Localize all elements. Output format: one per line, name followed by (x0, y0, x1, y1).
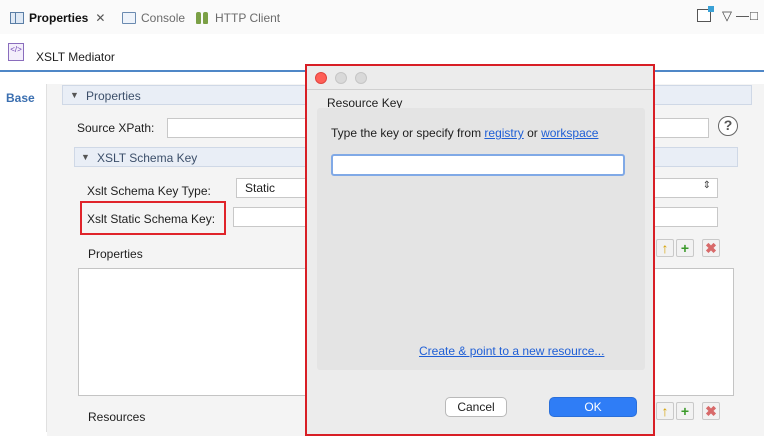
minimize-window-icon[interactable] (335, 72, 347, 84)
help-icon[interactable]: ? (718, 116, 738, 136)
move-up-icon[interactable]: ↑ (656, 239, 674, 257)
chevron-down-icon: ▼ (81, 152, 90, 162)
create-resource-link[interactable]: Create & point to a new resource... (419, 344, 604, 358)
add-icon[interactable]: + (676, 402, 694, 420)
resource-key-input[interactable] (331, 154, 625, 176)
close-icon[interactable]: ✕ (95, 11, 105, 25)
schema-key-type-value: Static (245, 181, 276, 195)
maximize-icon[interactable]: □ (750, 8, 758, 23)
divider (307, 89, 653, 90)
cancel-button[interactable]: Cancel (445, 397, 507, 417)
static-schema-key-label: Xslt Static Schema Key: (87, 212, 216, 226)
schema-key-type-select[interactable]: Static (236, 178, 308, 198)
schema-key-type-label: Xslt Schema Key Type: (87, 184, 211, 198)
resource-key-dialog: Resource Key Type the key or specify fro… (305, 64, 655, 436)
schema-key-type-select-right[interactable]: ⇕ (654, 178, 718, 198)
schema-section-title: XSLT Schema Key (97, 151, 198, 165)
side-tab-strip (0, 84, 47, 432)
source-xpath-field-right[interactable] (654, 118, 709, 138)
instruction-text: Type the key or specify from (331, 126, 485, 140)
workspace-link[interactable]: workspace (541, 126, 598, 140)
registry-link[interactable]: registry (484, 126, 523, 140)
console-icon (122, 12, 136, 24)
tab-console-label: Console (141, 11, 186, 25)
properties-section-title: Properties (86, 89, 141, 103)
source-xpath-field[interactable] (167, 118, 307, 138)
chevron-down-icon: ▼ (70, 90, 79, 100)
dialog-content-area (317, 108, 645, 370)
delete-icon[interactable]: ✖ (702, 402, 720, 420)
source-xpath-label: Source XPath: (77, 121, 155, 135)
properties-table[interactable] (78, 268, 308, 396)
static-schema-key-field-right[interactable] (654, 207, 718, 227)
properties-table-label: Properties (88, 247, 143, 261)
instruction-or: or (523, 126, 542, 140)
resources-table-label: Resources (88, 410, 146, 424)
properties-icon (10, 12, 24, 24)
ok-button[interactable]: OK (549, 397, 637, 417)
static-schema-key-field[interactable] (233, 207, 308, 227)
minimize-icon[interactable]: — (736, 8, 749, 23)
dialog-instruction: Type the key or specify from registry or… (331, 126, 598, 140)
select-arrows-icon: ⇕ (702, 180, 711, 191)
move-up-icon[interactable]: ↑ (656, 402, 674, 420)
tab-http-client[interactable]: HTTP Client (196, 9, 280, 27)
tab-console[interactable]: Console (122, 9, 185, 27)
pin-view-icon[interactable] (697, 6, 714, 22)
close-window-icon[interactable] (315, 72, 327, 84)
tab-properties[interactable]: Properties ✕ (10, 9, 105, 27)
tab-base[interactable]: Base (6, 91, 35, 105)
add-icon[interactable]: + (676, 239, 694, 257)
xslt-mediator-icon: </> (8, 43, 24, 61)
tab-properties-label: Properties (29, 11, 89, 25)
properties-table-right[interactable] (654, 268, 734, 396)
zoom-window-icon[interactable] (355, 72, 367, 84)
delete-icon[interactable]: ✖ (702, 239, 720, 257)
tab-http-client-label: HTTP Client (215, 11, 281, 25)
http-client-icon (196, 11, 210, 25)
editor-title: XSLT Mediator (36, 50, 115, 64)
view-tab-bar (0, 0, 764, 34)
view-menu-icon[interactable]: ▽ (722, 8, 732, 24)
